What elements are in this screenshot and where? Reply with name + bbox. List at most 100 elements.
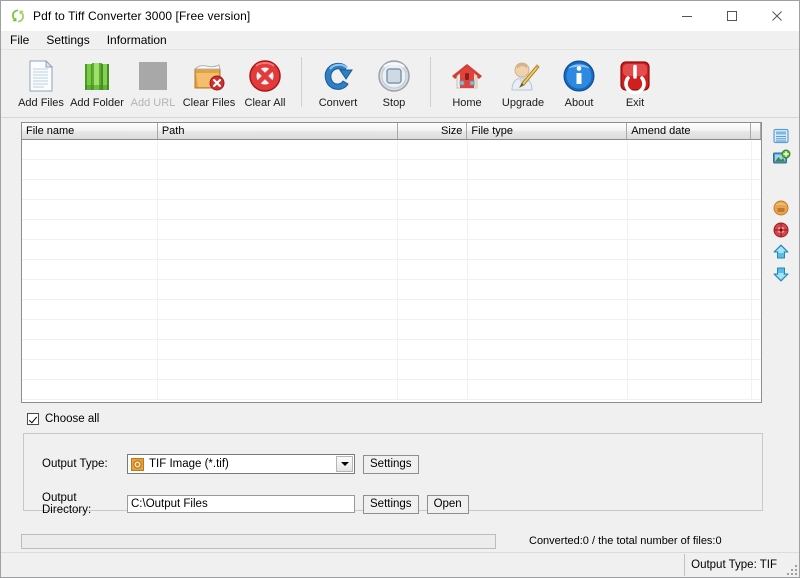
- output-type-row: Output Type: TIF Image (*.tif) Settings: [42, 454, 419, 474]
- output-directory-settings-button[interactable]: Settings: [363, 494, 419, 514]
- table-row[interactable]: [22, 280, 762, 300]
- choose-all-label: Choose all: [45, 413, 100, 425]
- row-cell: [468, 200, 628, 219]
- row-cell: [628, 360, 752, 379]
- table-row[interactable]: [22, 180, 762, 200]
- column-header-file-name[interactable]: File name: [22, 123, 158, 139]
- maximize-icon[interactable]: [709, 1, 754, 31]
- table-row[interactable]: [22, 360, 762, 380]
- row-cell: [398, 280, 468, 299]
- tif-image-icon: [131, 457, 144, 471]
- document-page-icon: [22, 57, 60, 95]
- add-url-button: Add URL: [125, 53, 181, 113]
- close-icon[interactable]: [754, 1, 799, 31]
- row-cell: [398, 380, 468, 399]
- row-cell: [628, 300, 752, 319]
- side-tool-panel: [763, 122, 799, 404]
- row-cell: [158, 380, 398, 399]
- row-cell: [468, 220, 628, 239]
- file-list-body[interactable]: [22, 140, 762, 402]
- menu-item-settings[interactable]: Settings: [46, 31, 97, 49]
- resize-grip-icon[interactable]: [785, 563, 797, 575]
- column-header-size[interactable]: Size: [398, 123, 468, 139]
- exit-button[interactable]: Exit: [607, 53, 663, 113]
- stop-square-icon: [375, 57, 413, 95]
- table-row[interactable]: [22, 260, 762, 280]
- move-down-icon[interactable]: [771, 264, 791, 284]
- row-cell: [628, 280, 752, 299]
- table-row[interactable]: [22, 140, 762, 160]
- person-pencil-icon: [504, 57, 542, 95]
- table-row[interactable]: [22, 340, 762, 360]
- list-view-icon[interactable]: [771, 126, 791, 146]
- chevron-down-icon[interactable]: [336, 456, 353, 472]
- minimize-icon[interactable]: [664, 1, 709, 31]
- row-cell: [468, 300, 628, 319]
- move-up-icon[interactable]: [771, 242, 791, 262]
- convert-g-arrow-icon: [319, 57, 357, 95]
- column-header-file-type[interactable]: File type: [467, 123, 628, 139]
- table-row[interactable]: [22, 300, 762, 320]
- output-directory-input[interactable]: C:\Output Files: [127, 495, 355, 513]
- row-cell: [398, 300, 468, 319]
- table-row[interactable]: [22, 160, 762, 180]
- red-target-icon[interactable]: [771, 220, 791, 240]
- row-cell: [158, 200, 398, 219]
- progress-row: Converted:0 / the total number of files:…: [1, 530, 799, 552]
- stop-button[interactable]: Stop: [366, 53, 422, 113]
- convert-label: Convert: [318, 97, 358, 109]
- blank-gray-icon: [134, 57, 172, 95]
- table-row[interactable]: [22, 380, 762, 400]
- clear-files-button[interactable]: Clear Files: [181, 53, 237, 113]
- output-type-settings-button[interactable]: Settings: [363, 454, 419, 474]
- home-button[interactable]: Home: [439, 53, 495, 113]
- add-image-icon[interactable]: [771, 148, 791, 168]
- column-header-extra[interactable]: [751, 123, 762, 139]
- add-files-button[interactable]: Add Files: [13, 53, 69, 113]
- table-row[interactable]: [22, 220, 762, 240]
- orange-circle-icon[interactable]: [771, 198, 791, 218]
- status-bar: Output Type: TIF: [1, 552, 799, 577]
- column-header-amend-date[interactable]: Amend date: [627, 123, 752, 139]
- add-folder-button[interactable]: Add Folder: [69, 53, 125, 113]
- row-cell: [468, 160, 628, 179]
- row-cell: [22, 320, 158, 339]
- row-cell: [468, 180, 628, 199]
- row-cell: [628, 200, 752, 219]
- status-output-type: Output Type: TIF: [684, 554, 785, 576]
- add-url-label: Add URL: [130, 97, 176, 109]
- table-row[interactable]: [22, 200, 762, 220]
- row-cell: [628, 140, 752, 159]
- row-cell: [398, 180, 468, 199]
- row-cell: [468, 140, 628, 159]
- column-header-path[interactable]: Path: [158, 123, 398, 139]
- choose-all-checkbox[interactable]: [27, 413, 39, 425]
- menu-item-file[interactable]: File: [10, 31, 37, 49]
- output-type-combobox[interactable]: TIF Image (*.tif): [127, 454, 355, 474]
- convert-button[interactable]: Convert: [310, 53, 366, 113]
- row-cell: [468, 280, 628, 299]
- toolbar-separator-2: [430, 57, 431, 107]
- clear-all-button[interactable]: Clear All: [237, 53, 293, 113]
- row-cell: [398, 260, 468, 279]
- row-cell: [398, 140, 468, 159]
- about-button[interactable]: About: [551, 53, 607, 113]
- application-window: Pdf to Tiff Converter 3000 [Free version…: [0, 0, 800, 578]
- table-row[interactable]: [22, 240, 762, 260]
- row-cell: [468, 240, 628, 259]
- row-cell: [22, 180, 158, 199]
- menu-bar: File Settings Information: [1, 31, 799, 50]
- file-list-view[interactable]: File name Path Size File type Amend date: [21, 122, 763, 403]
- add-folder-label: Add Folder: [70, 97, 124, 109]
- house-icon: [448, 57, 486, 95]
- table-row[interactable]: [22, 320, 762, 340]
- choose-all-row[interactable]: Choose all: [27, 412, 799, 426]
- upgrade-button[interactable]: Upgrade: [495, 53, 551, 113]
- output-directory-open-button[interactable]: Open: [426, 494, 469, 514]
- home-label: Home: [452, 97, 482, 109]
- menu-item-information[interactable]: Information: [107, 31, 175, 49]
- row-cell: [22, 200, 158, 219]
- row-cell: [468, 340, 628, 359]
- row-cell: [158, 300, 398, 319]
- row-cell: [468, 360, 628, 379]
